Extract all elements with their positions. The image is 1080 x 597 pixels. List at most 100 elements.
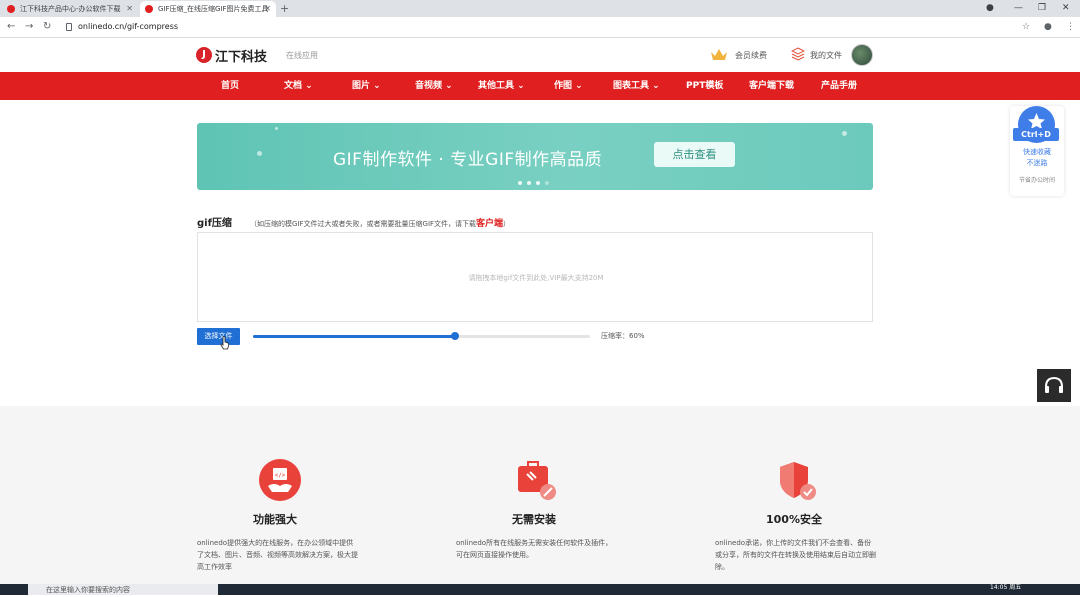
chevron-down-icon: ⌄ [305, 81, 313, 91]
my-files-link[interactable]: 我的文件 [810, 50, 842, 61]
feature-desc: onlinedo提供强大的在线服务，在办公领域中提供了文档、图片、音频、视频等高… [197, 539, 358, 571]
feature-desc: onlinedo承诺，你上传的文件我们不会查看、备份或分享，所有的文件在转换及使… [715, 539, 876, 571]
carousel-dot[interactable] [518, 181, 522, 185]
tab-title: 江下科技产品中心-办公软件下载 [20, 5, 121, 13]
tab-title: GIF压缩_在线压缩GIF图片免费工具 [158, 5, 269, 13]
banner-decoration [257, 151, 262, 156]
feature-title: 无需安装 [512, 513, 556, 526]
compression-slider-fill [253, 335, 455, 338]
bookmark-tip-sub: 节省办公时间 [1018, 177, 1055, 184]
chevron-down-icon: ⌄ [517, 81, 525, 91]
carousel-dot[interactable] [527, 181, 531, 185]
features-section: </> 功能强大 onlinedo提供强大的在线服务，在办公领域中提供了文档、图… [0, 406, 1080, 584]
chevron-down-icon: ⌄ [575, 81, 583, 91]
nav-item-label: 作图 [554, 81, 573, 91]
nav-item-ppt-templates[interactable]: PPT模板 [686, 72, 723, 100]
nav-item-home[interactable]: 首页 [221, 72, 239, 100]
banner-title: GIF制作软件 · 专业GIF制作高品质 [333, 150, 603, 170]
bookmark-tip-line2: 不迷路 [1026, 159, 1048, 167]
restore-icon[interactable]: ❐ [1038, 0, 1046, 16]
carousel-dot[interactable] [536, 181, 540, 185]
bookmark-tip-line1: 快速收藏 [1023, 148, 1051, 156]
bookmark-star-icon[interactable]: ☆ [1022, 20, 1030, 34]
tool-note-suffix: ） [503, 220, 511, 228]
banner-decoration [275, 127, 278, 130]
feature-title: 100%安全 [766, 513, 822, 526]
member-renew-link[interactable]: 会员续费 [735, 50, 767, 61]
taskbar-search-field[interactable]: 在这里输入你要搜索的内容 [28, 584, 218, 595]
address-bar: ← → ↻ onlinedo.cn/gif-compress ☆ ● ⋮ [0, 17, 1080, 38]
customer-service-button[interactable] [1037, 369, 1071, 402]
nav-item-label: 文档 [284, 81, 303, 91]
browser-tab[interactable]: 江下科技产品中心-办公软件下载 ✕ [2, 1, 138, 17]
shield-check-icon [780, 462, 816, 500]
nav-item-label: 音视频 [415, 81, 443, 91]
reload-icon[interactable]: ↻ [43, 20, 51, 34]
browser-tab-active[interactable]: GIF压缩_在线压缩GIF图片免费工具 ✕ [140, 1, 276, 17]
banner-view-button[interactable]: 点击查看 [654, 142, 735, 167]
carousel-dot[interactable] [545, 181, 549, 185]
lock-icon[interactable] [66, 23, 72, 31]
promo-banner[interactable]: GIF制作软件 · 专业GIF制作高品质 点击查看 [197, 123, 873, 190]
compression-slider-handle[interactable] [451, 332, 459, 340]
chevron-down-icon: ⌄ [373, 81, 381, 91]
logo-text: 江下科技 [215, 49, 268, 65]
nav-item-images[interactable]: 图片 ⌄ [352, 72, 381, 100]
client-download-link[interactable]: 客户端 [476, 219, 503, 229]
compression-slider-track[interactable] [253, 335, 590, 338]
os-taskbar: 在这里输入你要搜索的内容 14:05 周五 [0, 584, 1080, 595]
choose-file-button[interactable]: 选择文件 [197, 328, 240, 345]
nav-item-drawing[interactable]: 作图 ⌄ [554, 72, 583, 100]
tool-title: gif压缩 [197, 218, 232, 229]
logo-mark-icon: J [196, 47, 212, 63]
feature-title: 功能强大 [253, 513, 297, 526]
logo-subtitle[interactable]: 在线应用 [286, 50, 318, 61]
window-close-icon[interactable]: ✕ [1062, 0, 1070, 16]
code-hand-icon: </> [259, 459, 301, 501]
forward-arrow-icon[interactable]: → [25, 20, 33, 34]
back-arrow-icon[interactable]: ← [7, 20, 15, 34]
svg-text:</>: </> [275, 472, 286, 479]
close-icon[interactable]: ✕ [126, 1, 133, 17]
site-favicon-icon [145, 5, 153, 13]
nav-item-product-manual[interactable]: 产品手册 [821, 72, 857, 100]
url-field[interactable]: onlinedo.cn/gif-compress [78, 21, 178, 33]
nav-item-chart-tools[interactable]: 图表工具 ⌄ [613, 72, 660, 100]
main-nav: 首页 文档 ⌄ 图片 ⌄ 音视频 ⌄ 其他工具 ⌄ 作图 ⌄ 图表工具 ⌄ PP… [0, 72, 1080, 100]
minimize-icon[interactable]: — [1014, 0, 1023, 16]
nav-item-other-tools[interactable]: 其他工具 ⌄ [478, 72, 525, 100]
site-favicon-icon [7, 5, 15, 13]
site-header: J 江下科技 在线应用 会员续费 我的文件 [0, 38, 1080, 72]
crown-icon[interactable] [710, 48, 728, 61]
site-logo[interactable]: J 江下科技 [196, 45, 267, 65]
avatar[interactable] [851, 44, 873, 66]
account-icon[interactable]: ● [1044, 20, 1052, 34]
menu-dots-icon[interactable]: ⋮ [1066, 20, 1075, 34]
compression-rate-label: 压缩率：60% [601, 332, 645, 340]
file-drop-zone[interactable]: 请拖拽本地gif文件到此处,VIP最大支持20M [197, 232, 873, 322]
nav-item-label: 图表工具 [613, 81, 650, 91]
nav-item-label: 图片 [352, 81, 371, 91]
drop-hint: 请拖拽本地gif文件到此处,VIP最大支持20M [468, 274, 604, 282]
nav-item-client-download[interactable]: 客户端下载 [749, 72, 794, 100]
stack-layers-icon[interactable] [791, 47, 805, 61]
tool-note-prefix: （如压缩的模GIF文件过大或者失败，或者需要批量压缩GIF文件，请下载 [250, 220, 477, 228]
feature-desc: onlinedo所有在线服务无需安装任何软件及插件，可在网页直接操作使用。 [456, 539, 613, 559]
hand-cursor-icon [220, 336, 230, 350]
shortcut-key-label: Ctrl+D [1013, 128, 1059, 141]
close-icon[interactable]: ✕ [264, 1, 271, 17]
browser-tab-strip: 江下科技产品中心-办公软件下载 ✕ GIF压缩_在线压缩GIF图片免费工具 ✕ … [0, 0, 1080, 17]
nav-item-audio-video[interactable]: 音视频 ⌄ [415, 72, 453, 100]
new-tab-button[interactable]: + [280, 1, 289, 16]
profile-icon[interactable]: ● [986, 0, 994, 16]
nav-item-label: 其他工具 [478, 81, 515, 91]
tool-note: （如压缩的模GIF文件过大或者失败，或者需要批量压缩GIF文件，请下载客户端） [250, 216, 510, 229]
headset-icon [1045, 376, 1063, 393]
chevron-down-icon: ⌄ [445, 81, 453, 91]
toolbox-icon [518, 461, 556, 500]
chevron-down-icon: ⌄ [652, 81, 660, 91]
taskbar-clock[interactable]: 14:05 周五 [990, 584, 1021, 592]
banner-pagination [518, 181, 549, 185]
nav-item-documents[interactable]: 文档 ⌄ [284, 72, 313, 100]
banner-decoration [842, 131, 847, 136]
